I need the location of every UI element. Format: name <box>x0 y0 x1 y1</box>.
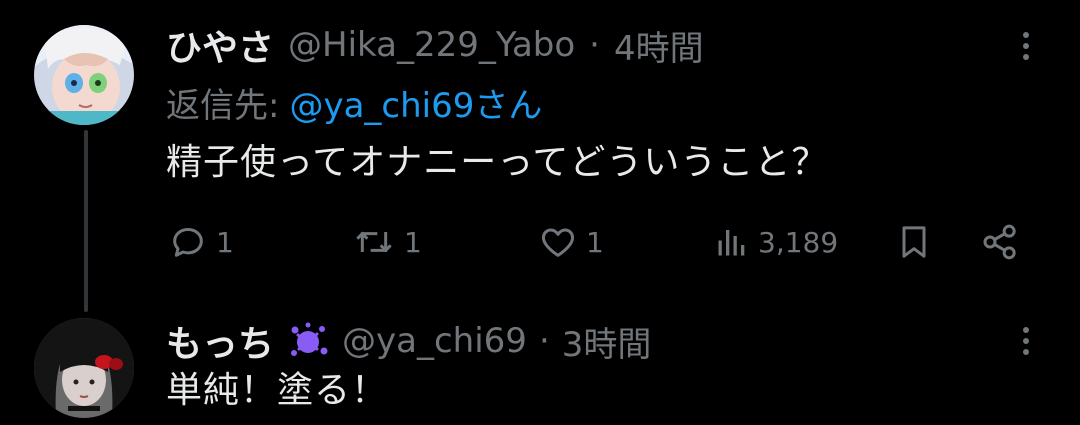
separator-dot: · <box>589 25 600 65</box>
retweet-count: 1 <box>404 225 422 259</box>
views-button[interactable]: 3,189 <box>714 222 838 262</box>
reply-to-handle[interactable]: @ya_chi69 <box>289 86 474 126</box>
avatar-mocchi[interactable] <box>34 318 134 418</box>
reply-icon <box>173 228 203 257</box>
reply-to-label: 返信先: <box>166 85 280 126</box>
reply-to-suffix: さん <box>474 85 543 126</box>
timestamp[interactable]: 4時間 <box>614 21 704 70</box>
splat-emoji-icon <box>291 322 328 356</box>
thread-line <box>84 130 88 312</box>
avatar-hiyasa[interactable] <box>34 25 134 125</box>
reply-text: 単純！塗る！ <box>166 370 389 411</box>
display-name[interactable]: ひやさ <box>166 19 274 71</box>
reply-more-options-icon[interactable] <box>1016 322 1036 362</box>
reply-count: 1 <box>216 225 234 259</box>
reply-to-handle-link[interactable]: @ya_chi69さん <box>289 78 542 127</box>
user-handle[interactable]: @Hika_229_Yabo <box>288 25 575 65</box>
heart-icon <box>541 228 575 257</box>
reply-timestamp[interactable]: 3時間 <box>562 317 652 366</box>
view-count: 3,189 <box>758 225 839 259</box>
bookmark-icon <box>902 226 926 258</box>
reply-display-name[interactable]: もっち <box>166 315 274 367</box>
tweet-text: 精子使ってオナニーってどういうこと？ <box>166 142 829 183</box>
reply-header: もっち @ya_chi69 · 3時間 <box>166 316 651 366</box>
like-count: 1 <box>586 225 604 259</box>
share-icon <box>983 224 1016 260</box>
analytics-bar-icon <box>718 230 745 256</box>
bookmark-button[interactable] <box>894 222 934 262</box>
reply-button[interactable]: 1 <box>168 222 234 262</box>
reply-user-handle[interactable]: @ya_chi69 <box>342 321 527 361</box>
reply-separator-dot: · <box>538 321 550 361</box>
retweet-icon <box>356 231 392 253</box>
tweet-header: ひやさ @Hika_229_Yabo · 4時間 <box>166 20 704 70</box>
reply-to-line: 返信先: @ya_chi69さん <box>166 78 542 126</box>
share-button[interactable] <box>980 222 1020 262</box>
more-options-icon[interactable] <box>1016 27 1036 67</box>
like-button[interactable]: 1 <box>538 222 604 262</box>
retweet-button[interactable]: 1 <box>352 222 422 262</box>
